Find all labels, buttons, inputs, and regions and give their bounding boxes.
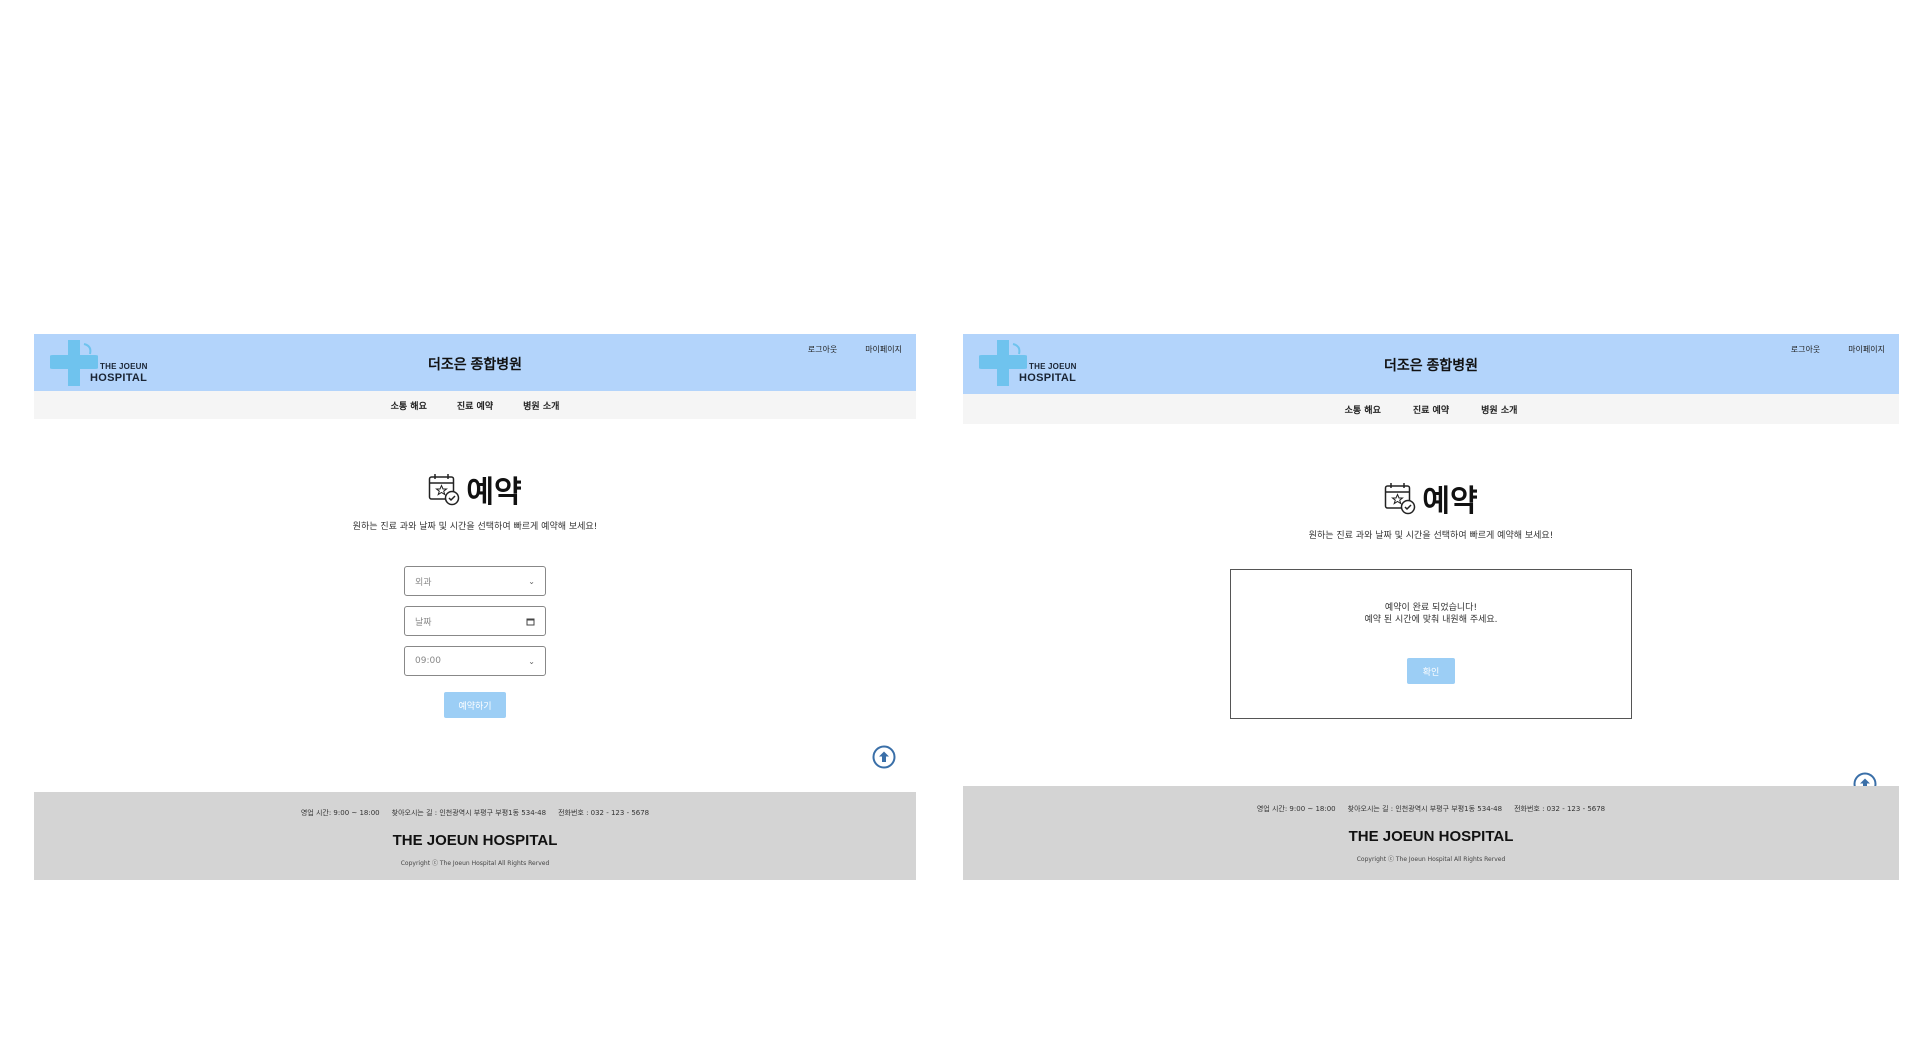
nav-item-about[interactable]: 병원 소개 <box>523 399 559 412</box>
footer-copyright: Copyright ⓒ The Joeun Hospital All Right… <box>400 860 550 867</box>
page-heading: 예약 <box>34 467 916 511</box>
booking-page-form: THE JOEUN HOSPITAL 더조은 종합병원 로그아웃 마이페이지 소… <box>34 334 916 880</box>
reservation-form: 외과 ⌄ 날짜 09:00 ⌄ 예약하기 <box>34 566 916 718</box>
nav-item-community[interactable]: 소통 해요 <box>391 399 427 412</box>
footer-info: 영업 시간: 9:00 ~ 18:00 찾아오시는 길 : 인천광역시 부평구 … <box>34 808 916 818</box>
footer-address: 찾아오시는 길 : 인천광역시 부평구 부평1동 534-48 <box>391 809 547 817</box>
date-placeholder: 날짜 <box>415 617 432 628</box>
footer-brand: THE JOEUN HOSPITAL <box>1348 828 1514 845</box>
page-title: 예약 <box>1422 485 1478 518</box>
site-title: 더조은 종합병원 <box>427 356 523 372</box>
footer-hours: 영업 시간: 9:00 ~ 18:00 <box>300 809 380 817</box>
site-header: THE JOEUN HOSPITAL 더조은 종합병원 로그아웃 마이페이지 <box>34 334 916 391</box>
top-links: 로그아웃 마이페이지 <box>1791 344 1885 355</box>
site-header: THE JOEUN HOSPITAL 더조은 종합병원 로그아웃 마이페이지 <box>963 334 1899 394</box>
confirm-button[interactable]: 확인 <box>1407 658 1455 684</box>
page-subtitle: 원하는 진료 과와 날짜 및 시간을 선택하여 빠르게 예약해 보세요! <box>1308 531 1554 541</box>
footer-copyright: Copyright ⓒ The Joeun Hospital All Right… <box>1356 856 1506 863</box>
confirmation-modal: 예약이 완료 되었습니다! 예약 된 시간에 맞춰 내원해 주세요. 확인 <box>1230 569 1632 719</box>
site-title: 더조은 종합병원 <box>1383 357 1479 373</box>
main-nav: 소통 해요 진료 예약 병원 소개 <box>34 391 916 419</box>
footer-phone: 전화번호 : 032 - 123 - 5678 <box>1514 805 1606 813</box>
calendar-icon[interactable] <box>526 617 535 626</box>
main-nav: 소통 해요 진료 예약 병원 소개 <box>963 394 1899 424</box>
page-subtitle: 원하는 진료 과와 날짜 및 시간을 선택하여 빠르게 예약해 보세요! <box>352 522 598 532</box>
top-links: 로그아웃 마이페이지 <box>808 344 902 355</box>
mypage-link[interactable]: 마이페이지 <box>1848 344 1885 355</box>
chevron-down-icon: ⌄ <box>528 656 535 666</box>
reserve-button[interactable]: 예약하기 <box>444 692 506 718</box>
site-footer: 영업 시간: 9:00 ~ 18:00 찾아오시는 길 : 인천광역시 부평구 … <box>963 786 1899 880</box>
logout-link[interactable]: 로그아웃 <box>1791 344 1820 355</box>
nav-item-reservation[interactable]: 진료 예약 <box>457 399 493 412</box>
modal-message-line2: 예약 된 시간에 맞춰 내원해 주세요. <box>1364 615 1498 625</box>
page-title: 예약 <box>466 476 522 509</box>
chevron-down-icon: ⌄ <box>528 576 535 586</box>
nav-item-reservation[interactable]: 진료 예약 <box>1413 403 1449 416</box>
site-footer: 영업 시간: 9:00 ~ 18:00 찾아오시는 길 : 인천광역시 부평구 … <box>34 792 916 880</box>
footer-hours: 영업 시간: 9:00 ~ 18:00 <box>1256 805 1336 813</box>
footer-address: 찾아오시는 길 : 인천광역시 부평구 부평1동 534-48 <box>1347 805 1503 813</box>
booking-page-confirmation: THE JOEUN HOSPITAL 더조은 종합병원 로그아웃 마이페이지 소… <box>963 334 1899 880</box>
footer-brand: THE JOEUN HOSPITAL <box>392 832 558 849</box>
logout-link[interactable]: 로그아웃 <box>808 344 837 355</box>
footer-info: 영업 시간: 9:00 ~ 18:00 찾아오시는 길 : 인천광역시 부평구 … <box>963 804 1899 814</box>
footer-phone: 전화번호 : 032 - 123 - 5678 <box>558 809 650 817</box>
department-value: 외과 <box>415 577 432 588</box>
time-value: 09:00 <box>415 656 441 666</box>
department-select[interactable]: 외과 ⌄ <box>404 566 546 596</box>
calendar-check-icon <box>1385 483 1416 515</box>
date-input[interactable]: 날짜 <box>404 606 546 636</box>
arrow-up-circle-icon[interactable] <box>872 745 896 769</box>
time-select[interactable]: 09:00 ⌄ <box>404 646 546 676</box>
nav-item-about[interactable]: 병원 소개 <box>1481 403 1517 416</box>
mypage-link[interactable]: 마이페이지 <box>865 344 902 355</box>
nav-item-community[interactable]: 소통 해요 <box>1345 403 1381 416</box>
calendar-check-icon <box>429 474 460 506</box>
modal-message-line1: 예약이 완료 되었습니다! <box>1384 603 1478 613</box>
page-heading: 예약 <box>963 476 1899 520</box>
